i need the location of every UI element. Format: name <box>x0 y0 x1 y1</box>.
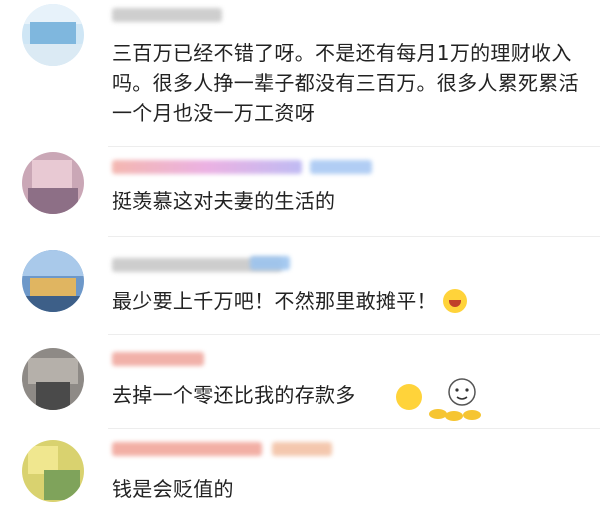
thinking-face-icon <box>396 384 422 410</box>
comment-item[interactable]: 最少要上千万吧！不然那里敢摊平！ <box>0 236 600 336</box>
comment-item[interactable]: 去掉一个零还比我的存款多 <box>0 334 600 428</box>
comment-item[interactable]: 三百万已经不错了呀。不是还有每月1万的理财收入吗。很多人挣一辈子都没有三百万。很… <box>0 0 600 150</box>
comment-item[interactable]: 挺羡慕这对夫妻的生活的 <box>0 146 600 236</box>
badge-blurred <box>272 442 332 456</box>
comment-text: 最少要上千万吧！不然那里敢摊平！ <box>112 286 582 316</box>
comment-text-content: 最少要上千万吧！不然那里敢摊平！ <box>112 289 437 313</box>
badge-blurred <box>310 160 372 174</box>
comment-text: 钱是会贬值的 <box>112 477 234 501</box>
comment-text: 去掉一个零还比我的存款多 <box>112 383 356 407</box>
avatar[interactable] <box>22 152 84 214</box>
money-cartoon-sticker <box>426 374 486 422</box>
comment-item[interactable]: 钱是会贬值的 <box>0 428 600 512</box>
badge-blurred <box>250 256 290 270</box>
avatar[interactable] <box>22 440 84 502</box>
username-blurred[interactable] <box>112 442 262 456</box>
avatar[interactable] <box>22 348 84 410</box>
avatar[interactable] <box>22 250 84 312</box>
username-blurred[interactable] <box>112 352 204 366</box>
username-blurred[interactable] <box>112 8 222 22</box>
laughing-tears-icon <box>442 289 467 313</box>
comment-text: 三百万已经不错了呀。不是还有每月1万的理财收入吗。很多人挣一辈子都没有三百万。很… <box>112 41 579 125</box>
username-blurred[interactable] <box>112 160 302 174</box>
comment-text: 挺羡慕这对夫妻的生活的 <box>112 189 336 213</box>
avatar[interactable] <box>22 4 84 66</box>
